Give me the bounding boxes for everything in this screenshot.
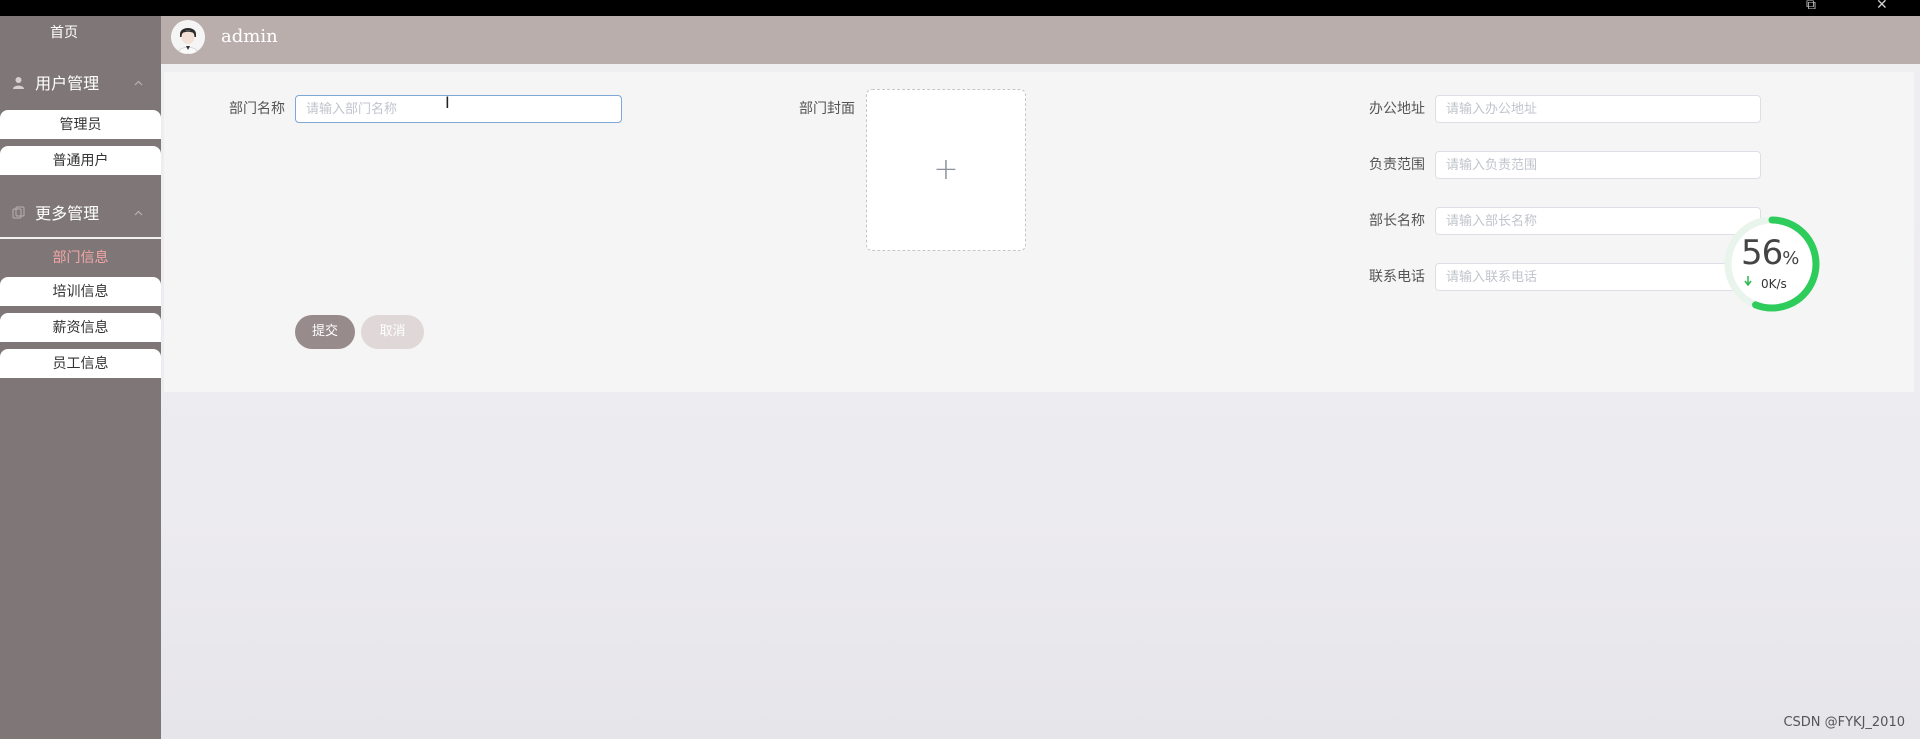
sidebar-item-employee-info[interactable]: 员工信息 [0,349,161,378]
window-title-bar: ⧉ ✕ [0,0,1920,22]
submit-button[interactable]: 提交 [295,315,355,349]
office-address-input[interactable] [1435,95,1761,123]
restore-window-icon[interactable]: ⧉ [1806,0,1816,12]
sidebar-group-label: 用户管理 [35,74,100,93]
chevron-up-icon [134,72,143,96]
sidebar-item-admin[interactable]: 管理员 [0,110,161,139]
copy-icon [12,203,30,227]
sidebar-divider [0,237,161,239]
username: admin [221,26,278,47]
speed-rate: 0K/s [1761,277,1787,291]
app-screen: ⧉ ✕ 首页 用户管理 管理员 普通用户 更多管理 部门信息 培训信息 薪资信息… [0,0,1920,739]
avatar[interactable] [171,20,205,54]
plus-icon: + [933,152,959,187]
responsibility-input[interactable] [1435,151,1761,179]
speed-percent-value: 56 [1741,233,1783,273]
text-cursor-icon: I [445,93,450,112]
minister-name-label: 部长名称 [1369,213,1425,229]
sidebar-group-user-management[interactable]: 用户管理 [12,72,157,96]
person-icon [12,73,30,97]
sidebar: 首页 用户管理 管理员 普通用户 更多管理 部门信息 培训信息 薪资信息 员工信… [0,16,161,739]
minister-name-input[interactable] [1435,207,1761,235]
top-header: admin [161,16,1920,64]
phone-label: 联系电话 [1369,269,1425,285]
percent-sign: % [1782,248,1799,269]
cover-upload-box[interactable]: + [866,89,1026,251]
phone-input[interactable] [1435,263,1761,291]
chevron-up-icon [134,202,143,226]
sidebar-item-department-info[interactable]: 部门信息 [0,243,161,272]
network-speed-widget[interactable]: 56% 0K/s [1723,215,1821,313]
sidebar-item-normal-user[interactable]: 普通用户 [0,146,161,175]
sidebar-item-home[interactable]: 首页 [0,22,128,44]
sidebar-item-training-info[interactable]: 培训信息 [0,277,161,306]
office-address-label: 办公地址 [1369,101,1425,117]
close-window-icon[interactable]: ✕ [1876,0,1888,12]
cancel-button[interactable]: 取消 [361,315,424,349]
sidebar-item-salary-info[interactable]: 薪资信息 [0,313,161,342]
download-arrow-icon [1744,275,1752,289]
dept-name-input[interactable] [295,95,622,123]
sidebar-group-more-management[interactable]: 更多管理 [12,202,157,226]
dept-name-label: 部门名称 [229,101,285,117]
dept-cover-label: 部门封面 [799,101,855,117]
speed-percent: 56% [1741,233,1799,273]
footer-credit: CSDN @FYKJ_2010 [1783,715,1905,730]
sidebar-group-label: 更多管理 [35,204,100,223]
responsibility-label: 负责范围 [1369,157,1425,173]
